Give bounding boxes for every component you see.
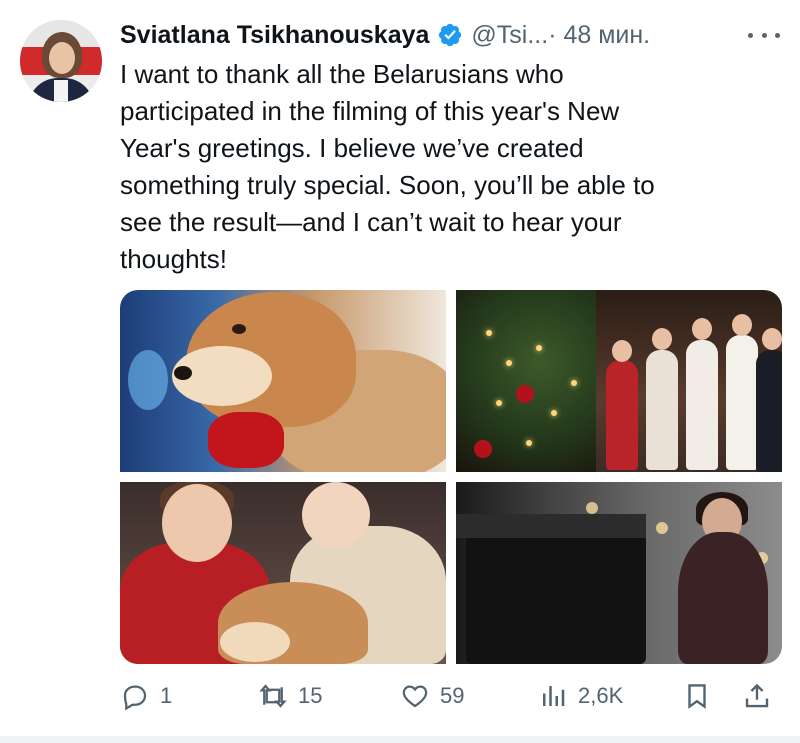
avatar-face [49,42,75,74]
bookmark-icon [688,684,706,709]
author-handle[interactable]: @Tsi... [471,21,548,50]
photo-dog-with-ribbon[interactable] [120,290,446,472]
avatar-shirt [54,80,68,102]
tweet-text: I want to thank all the Belarusians who … [120,59,655,274]
retweet-count: 15 [298,683,323,708]
bottom-divider [0,736,800,743]
views-button[interactable]: 2,6K [538,676,623,716]
photo-group-by-christmas-tree[interactable] [456,290,782,472]
reply-icon [123,685,147,711]
author-name[interactable]: Sviatlana Tsikhanouskaya [120,21,429,50]
reply-button[interactable]: 1 [120,676,172,716]
photo-filming-set[interactable] [456,482,782,664]
retweet-icon [259,684,287,708]
share-icon [745,683,769,708]
like-count: 59 [440,683,465,708]
verified-badge-icon [439,23,462,47]
media-grid [120,290,782,664]
share-button[interactable] [742,676,772,716]
more-icon[interactable] [744,22,784,48]
like-icon [402,685,428,708]
reply-count: 1 [160,683,173,708]
avatar[interactable] [20,20,102,102]
views-icon [543,686,565,706]
timestamp[interactable]: · 48 мин. [548,21,650,50]
tweet-header: Sviatlana Tsikhanouskaya @Tsi... · 48 ми… [120,14,650,56]
bookmark-button[interactable] [682,676,712,716]
photo-children-with-dog[interactable] [120,482,446,664]
views-count: 2,6K [578,683,624,708]
like-button[interactable]: 59 [400,676,464,716]
retweet-button[interactable]: 15 [258,676,322,716]
tweet-actions: 1 15 59 2,6K [120,676,782,716]
